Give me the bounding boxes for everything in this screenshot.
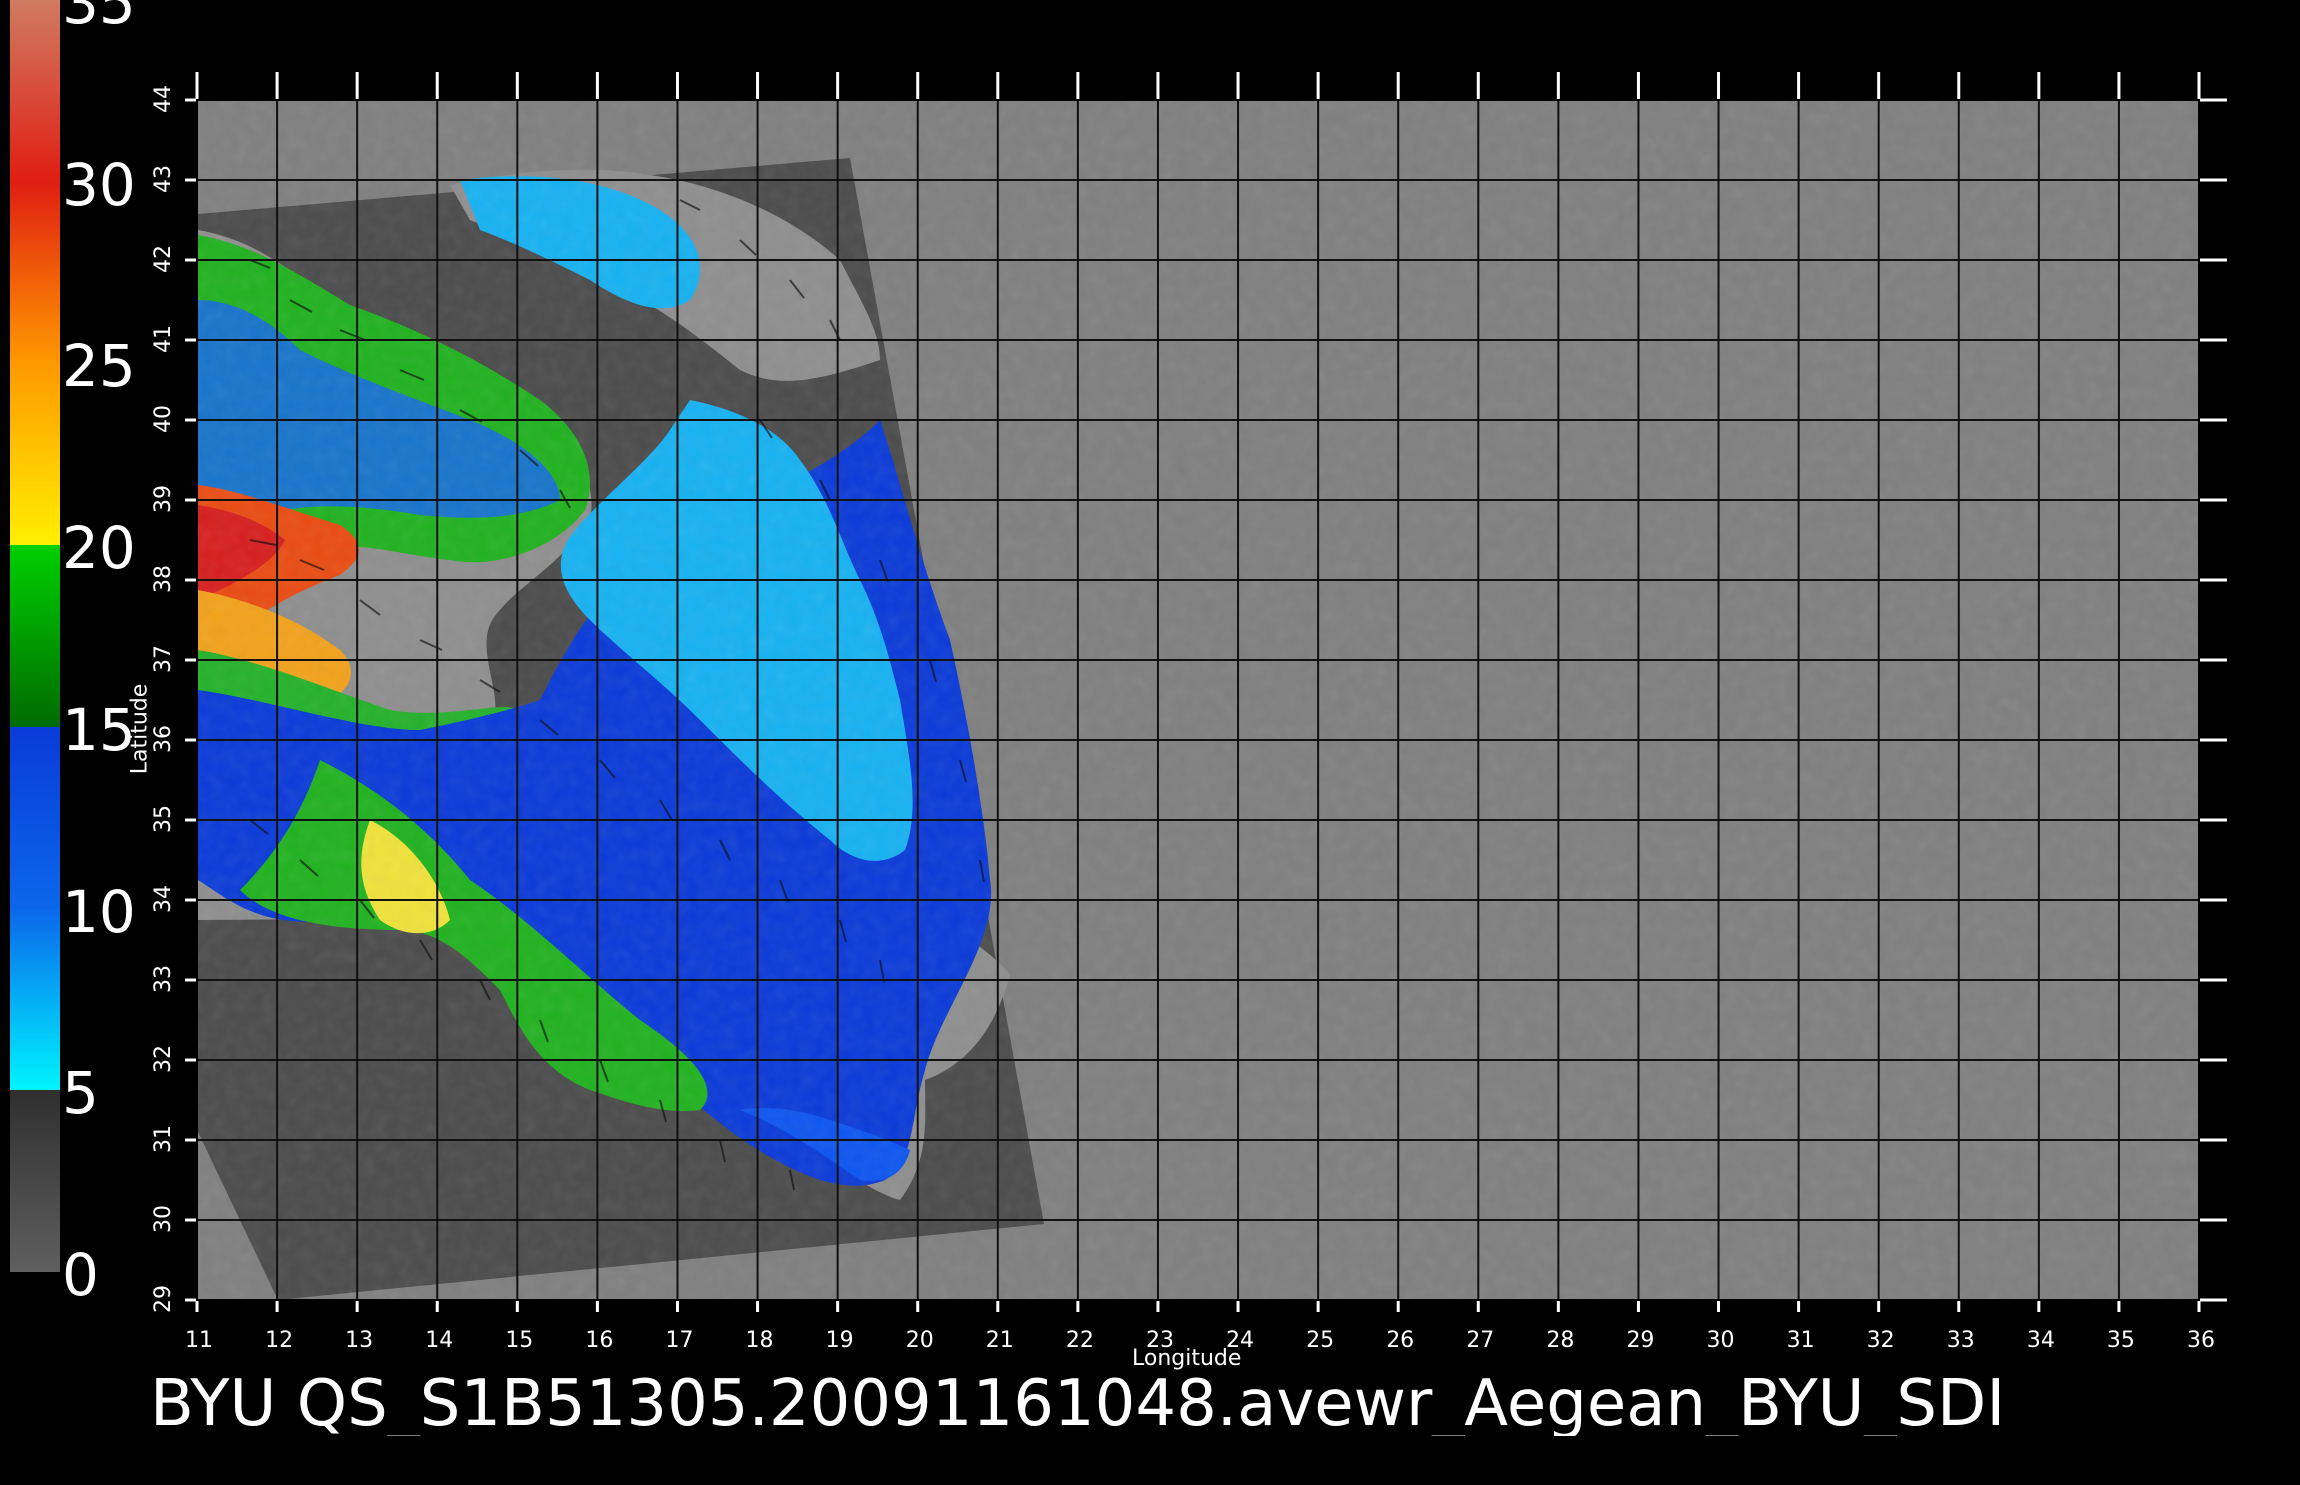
- y-tick-label: 42: [151, 245, 176, 273]
- x-axis-title: Longitude: [1132, 1346, 1242, 1371]
- y-tick-label: 39: [151, 485, 176, 513]
- x-tick-label: 12: [265, 1328, 294, 1353]
- y-tick-label: 30: [151, 1205, 176, 1233]
- colorbar-label: 35: [62, 0, 136, 37]
- y-tick-label: 43: [151, 165, 176, 193]
- x-tick-label: 21: [985, 1328, 1014, 1353]
- colorbar-label: 10: [62, 877, 136, 946]
- colorbar-label: 25: [62, 332, 136, 401]
- wind-speed-plot: [10, 0, 2227, 1312]
- left-axis-ticks: [185, 98, 197, 1302]
- x-tick-label: 35: [2106, 1328, 2135, 1353]
- y-tick-label: 41: [151, 325, 176, 353]
- x-tick-label: 11: [185, 1328, 213, 1353]
- wind-map-figure: 35 30 25 20 15 10 5 0 11 12 13 14 15 16 17 18 19 20 21 22 2…: [0, 0, 2300, 1480]
- y-tick-label: 38: [151, 565, 176, 593]
- x-tick-label: 32: [1866, 1328, 1895, 1353]
- x-tick-label: 20: [905, 1328, 934, 1353]
- x-tick-label: 30: [1706, 1328, 1735, 1353]
- x-tick-label: 13: [345, 1328, 374, 1353]
- y-tick-label: 44: [151, 85, 176, 113]
- x-tick-label: 28: [1546, 1328, 1575, 1353]
- y-tick-label: 29: [151, 1285, 176, 1313]
- x-tick-label: 25: [1306, 1328, 1335, 1353]
- x-tick-label: 16: [585, 1328, 614, 1353]
- x-tick-label: 36: [2187, 1328, 2215, 1353]
- y-tick-label: 37: [151, 645, 176, 673]
- colorbar-label: 15: [62, 695, 136, 764]
- colorbar: [10, 0, 60, 1272]
- colorbar-label: 0: [62, 1241, 99, 1309]
- x-tick-label: 18: [745, 1328, 774, 1353]
- product-caption: BYU QS_S1B51305.20091161048.avewr_Aegean…: [150, 1372, 2006, 1436]
- x-tick-label: 31: [1786, 1328, 1815, 1353]
- x-tick-label: 14: [425, 1328, 454, 1353]
- y-tick-label: 40: [151, 405, 176, 433]
- x-tick-label: 15: [505, 1328, 534, 1353]
- x-tick-label: 27: [1466, 1328, 1495, 1353]
- right-axis-ticks: [2199, 98, 2227, 1302]
- colorbar-label: 20: [62, 514, 136, 583]
- y-tick-label: 35: [151, 805, 176, 833]
- x-tick-label: 26: [1386, 1328, 1415, 1353]
- y-tick-label: 33: [151, 965, 176, 993]
- y-tick-label: 34: [151, 885, 176, 913]
- colorbar-label: 5: [62, 1059, 99, 1128]
- y-tick-label: 36: [151, 725, 176, 753]
- x-tick-label: 29: [1626, 1328, 1655, 1353]
- x-tick-label: 17: [665, 1328, 694, 1353]
- wind-field: [197, 100, 2199, 1300]
- y-axis-title: Latitude: [127, 683, 153, 775]
- x-tick-label: 22: [1065, 1328, 1094, 1353]
- y-tick-label: 32: [151, 1045, 176, 1073]
- x-tick-label: 34: [2026, 1328, 2055, 1353]
- bottom-axis-ticks: [195, 1300, 2201, 1312]
- top-axis-ticks: [195, 72, 2201, 100]
- colorbar-label: 30: [62, 150, 136, 219]
- x-tick-label: 33: [1946, 1328, 1975, 1353]
- y-tick-label: 31: [151, 1125, 176, 1153]
- x-tick-label: 19: [825, 1328, 854, 1353]
